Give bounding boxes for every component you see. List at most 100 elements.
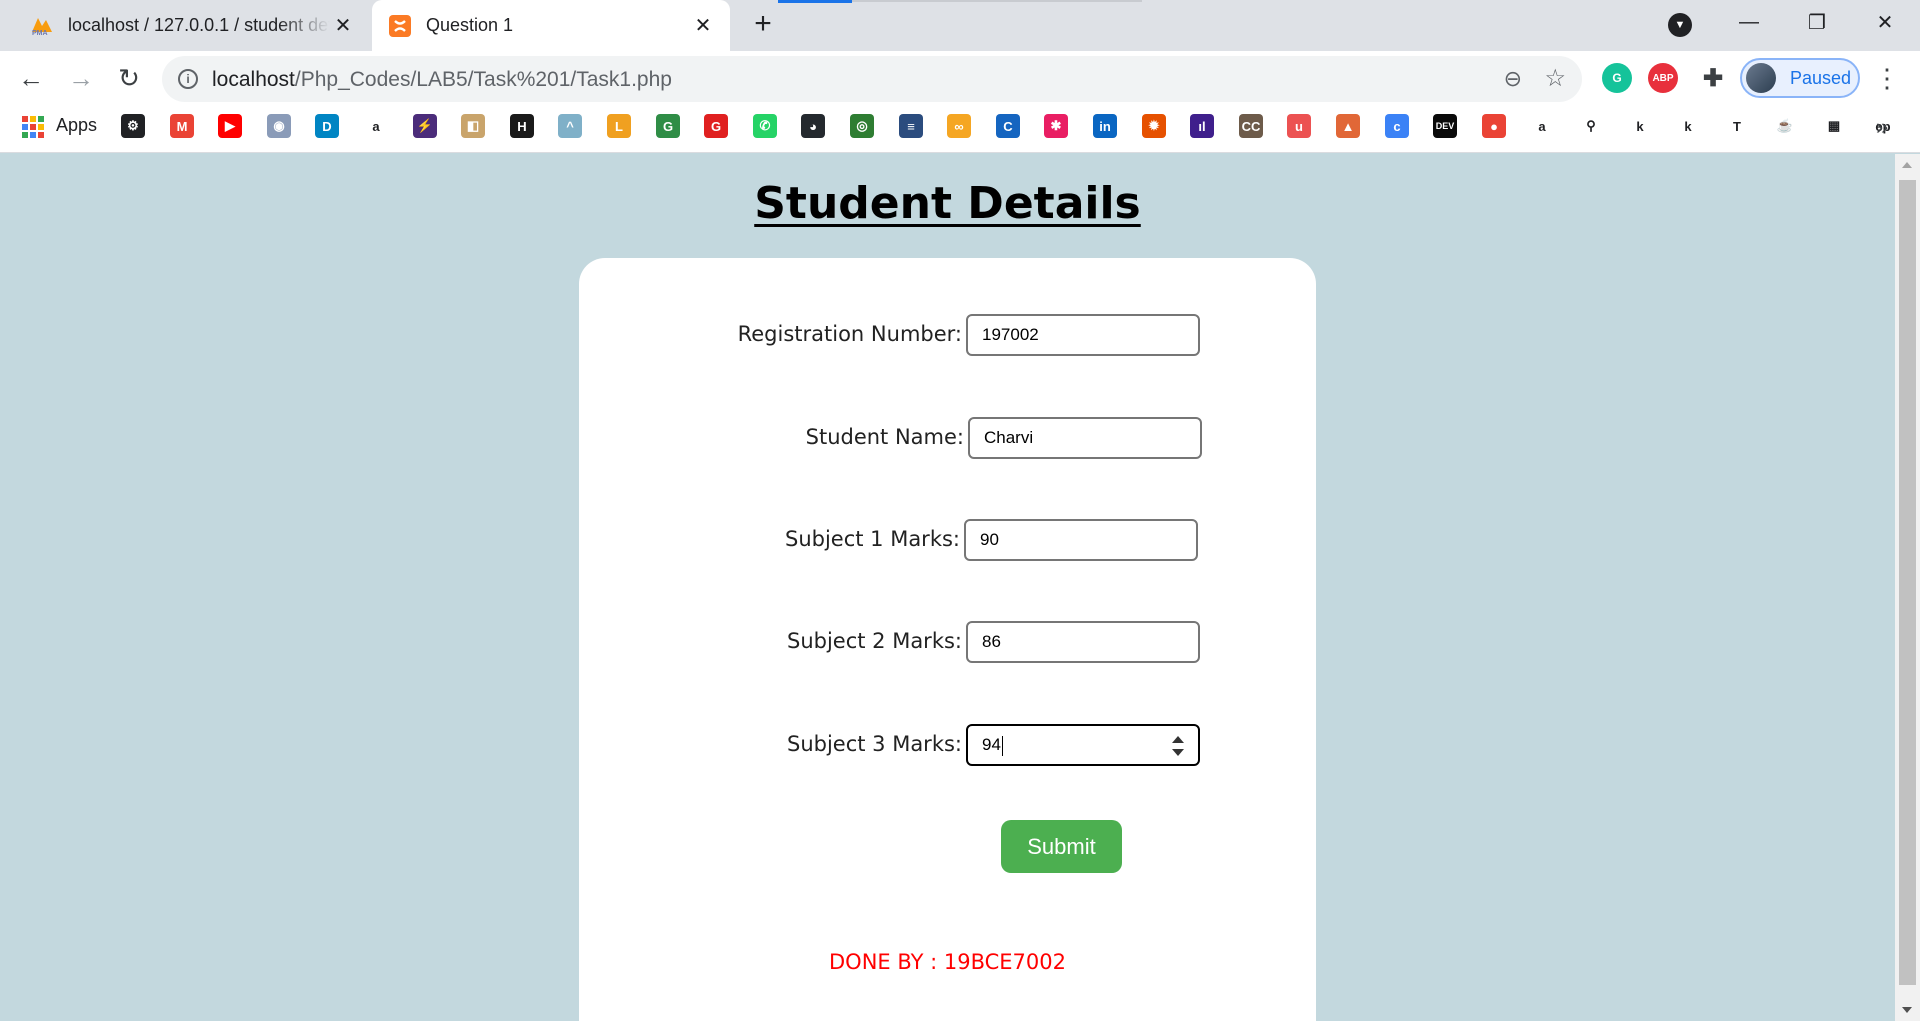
amazon-bookmark-icon[interactable]: a (364, 114, 388, 138)
stack-bookmark-icon[interactable]: ≡ (899, 114, 923, 138)
tab-question-1[interactable]: Question 1 ✕ (372, 0, 730, 51)
dev-bookmark-icon[interactable]: DEV (1433, 114, 1457, 138)
tab-title: Question 1 (426, 15, 514, 35)
k-bookmark-icon[interactable]: k (1628, 114, 1652, 138)
codechef-bookmark-icon[interactable]: ∞ (947, 114, 971, 138)
subject-1-row: Subject 1 Marks: (600, 519, 960, 561)
gmail-bookmark-icon[interactable]: M (170, 114, 194, 138)
subject-1-input[interactable]: 90 (964, 519, 1198, 561)
youtube-bookmark-icon[interactable]: ▶ (218, 114, 242, 138)
emblem-bookmark-icon[interactable]: ◉ (267, 114, 291, 138)
geeksforgeeks-bookmark-icon[interactable]: G (656, 114, 680, 138)
sun-bookmark-icon[interactable]: ✹ (1142, 114, 1166, 138)
loading-indicator (778, 0, 852, 3)
page-scrollbar[interactable] (1895, 154, 1920, 1021)
back-arrow-icon[interactable]: ← (12, 59, 50, 97)
spinner-down-icon[interactable] (1172, 749, 1184, 756)
google-slides-bookmark-icon[interactable]: ● (1482, 114, 1506, 138)
xampp-icon (388, 14, 412, 38)
asterisk-bookmark-icon[interactable]: ✱ (1044, 114, 1068, 138)
cc-bookmark-icon[interactable]: CC (1239, 114, 1263, 138)
chart-purple-bookmark-icon[interactable]: ıl (1190, 114, 1214, 138)
registration-number-row: Registration Number: (600, 314, 962, 356)
student-name-label: Student Name: (805, 425, 964, 449)
url-text[interactable]: localhost/Php_Codes/LAB5/Task%201/Task1.… (212, 68, 672, 92)
extensions-puzzle-icon[interactable]: ✚ (1698, 63, 1728, 93)
subject-3-input[interactable]: 94 (966, 724, 1200, 766)
subject-2-label: Subject 2 Marks: (786, 629, 962, 653)
hills-bookmark-icon[interactable]: ^ (558, 114, 582, 138)
minimize-button[interactable]: — (1720, 0, 1778, 44)
zoom-out-icon[interactable]: ⊖ (1504, 66, 1522, 92)
done-by-footer: DONE BY : 19BCE7002 (829, 950, 1066, 974)
page-title: Student Details (754, 178, 1141, 229)
student-name-row: Student Name: (600, 417, 964, 459)
tab-phpmyadmin[interactable]: PMA localhost / 127.0.0.1 / student deta… (14, 0, 370, 51)
adblock-plus-icon[interactable]: ABP (1648, 63, 1678, 93)
tab-title: localhost / 127.0.0.1 / student details (68, 15, 330, 35)
spinner-up-icon[interactable] (1172, 736, 1184, 743)
text-caret (1001, 735, 1003, 756)
microsoft-bookmark-icon[interactable]: ▦ (1822, 114, 1846, 138)
scrollbar-thumb[interactable] (1899, 180, 1916, 985)
close-window-button[interactable]: ✕ (1856, 0, 1914, 44)
udemy-bookmark-icon[interactable]: u (1287, 114, 1311, 138)
grammarly-icon[interactable]: G (1602, 63, 1632, 93)
apps-bookmark[interactable]: Apps (56, 115, 97, 136)
address-bar[interactable]: i localhost/Php_Codes/LAB5/Task%201/Task… (162, 56, 1582, 102)
tab-search-icon[interactable]: ▼ (1668, 13, 1692, 37)
avatar (1746, 63, 1776, 93)
student-name-input[interactable]: Charvi (968, 417, 1202, 459)
registration-number-input[interactable]: 197002 (966, 314, 1200, 356)
bolt-bookmark-icon[interactable]: ⚡ (413, 114, 437, 138)
whatsapp-bookmark-icon[interactable]: ✆ (753, 114, 777, 138)
subject-3-row: Subject 3 Marks: (600, 724, 962, 766)
k2-bookmark-icon[interactable]: k (1676, 114, 1700, 138)
subject-2-row: Subject 2 Marks: (600, 621, 962, 663)
url-path: /Php_Codes/LAB5/Task%201/Task1.php (294, 68, 672, 91)
hackerrank-bookmark-icon[interactable]: H (510, 114, 534, 138)
amazon2-bookmark-icon[interactable]: a (1530, 114, 1554, 138)
dell-bookmark-icon[interactable]: D (315, 114, 339, 138)
restore-button[interactable]: ❐ (1788, 0, 1846, 44)
bookmark-star-icon[interactable]: ☆ (1544, 64, 1566, 93)
cat-bookmark-icon[interactable]: ◧ (461, 114, 485, 138)
forward-arrow-icon[interactable]: → (62, 59, 100, 97)
circle-green-bookmark-icon[interactable]: ◎ (850, 114, 874, 138)
magnifier-bookmark-icon[interactable]: ⚲ (1579, 114, 1603, 138)
profile-status: Paused (1790, 67, 1852, 88)
close-tab-icon[interactable]: ✕ (330, 13, 356, 39)
scroll-down-icon[interactable] (1902, 1007, 1912, 1013)
leetcode-bookmark-icon[interactable]: L (607, 114, 631, 138)
scroll-up-icon[interactable] (1902, 162, 1912, 168)
close-tab-icon[interactable]: ✕ (690, 13, 716, 39)
github-bookmark-icon[interactable]: ◕ (801, 114, 825, 138)
profile-button[interactable]: Paused (1740, 58, 1860, 98)
g-red-bookmark-icon[interactable]: G (704, 114, 728, 138)
subject-3-label: Subject 3 Marks: (786, 732, 962, 756)
more-bookmarks-icon[interactable]: » (1876, 114, 1888, 140)
subject-2-input[interactable]: 86 (966, 621, 1200, 663)
new-tab-button[interactable]: + (748, 9, 778, 40)
url-host: localhost (212, 68, 295, 91)
submit-button[interactable]: Submit (1001, 820, 1122, 873)
browser-toolbar: ← → ↻ i localhost/Php_Codes/LAB5/Task%20… (0, 51, 1920, 106)
linkedin-bookmark-icon[interactable]: in (1093, 114, 1117, 138)
c-blue-bookmark-icon[interactable]: C (996, 114, 1020, 138)
browser-menu-icon[interactable]: ⋮ (1874, 63, 1900, 93)
site-info-icon[interactable]: i (178, 69, 198, 89)
c-circle-bookmark-icon[interactable]: c (1385, 114, 1409, 138)
registration-number-label: Registration Number: (737, 322, 962, 346)
java-bookmark-icon[interactable]: ☕ (1773, 114, 1797, 138)
svg-text:PMA: PMA (32, 30, 48, 36)
reload-icon[interactable]: ↻ (110, 59, 148, 97)
apps-grid-icon[interactable] (22, 116, 44, 138)
subject-1-label: Subject 1 Marks: (784, 527, 960, 551)
matlab-bookmark-icon[interactable]: ▲ (1336, 114, 1360, 138)
tab-strip: PMA localhost / 127.0.0.1 / student deta… (0, 0, 1920, 51)
phpmyadmin-icon: PMA (30, 14, 54, 38)
t-bookmark-icon[interactable]: T (1725, 114, 1749, 138)
settings-bookmark-icon[interactable]: ⚙ (121, 114, 145, 138)
loading-track (852, 0, 1142, 2)
number-spinner-icon[interactable] (1172, 736, 1184, 756)
